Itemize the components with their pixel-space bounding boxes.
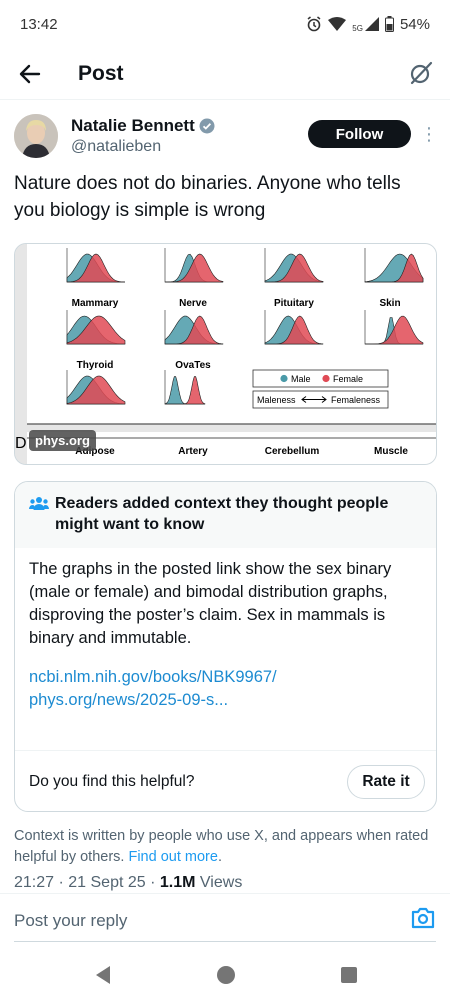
community-note: Readers added context they thought peopl… [14,481,437,812]
legend-female-label: Female [333,374,363,384]
camera-button[interactable] [410,906,438,934]
legend-maleness: Maleness [257,395,296,405]
status-time: 13:42 [20,15,58,33]
bottom-label-artery: Artery [178,446,208,457]
alarm-icon [307,16,321,32]
source-badge: phys.org [29,430,96,451]
nav-recents-icon[interactable] [338,964,360,986]
panel-d-letter: D [15,435,27,452]
author-name[interactable]: Natalie Bennett [71,116,215,136]
grok-button[interactable] [408,60,436,88]
note-header-text: Readers added context they thought peopl… [55,495,389,533]
panel-label-mammary: Mammary [72,298,119,309]
note-body: The graphs in the posted link show the s… [29,560,392,647]
find-out-more-link[interactable]: Find out more [128,849,217,865]
note-context-text: Context is written by people who use X, … [14,826,439,868]
reply-input[interactable]: Post your reply [14,911,127,931]
status-bar: 13:42 5G 54% [0,0,450,48]
rate-it-button[interactable]: Rate it [347,765,425,799]
system-nav-bar [0,950,450,1000]
battery-icon [384,16,394,32]
bottom-label-cerebellum: Cerebellum [265,446,320,457]
bottom-label-muscle: Muscle [374,446,408,457]
panel-label-skin: Skin [379,298,400,309]
legend-femaleness: Femaleness [331,395,381,405]
post-media-image[interactable]: Mammary Nerve Pituitary Skin Thyroid Ova… [14,243,437,465]
note-link[interactable]: phys.org/news/2025-09-s... [29,689,422,712]
more-options-icon[interactable]: ⋮ [420,122,438,146]
post-date[interactable]: 21 Sept 25 [68,874,145,891]
follow-button[interactable]: Follow [308,120,411,148]
people-icon [29,497,49,510]
legend-box [252,369,389,388]
context-suffix: . [217,849,222,865]
note-link[interactable]: ncbi.nlm.nih.gov/books/NBK9967/ [29,666,422,689]
panel-label-nerve: Nerve [179,298,207,309]
battery-level: 54% [399,15,430,33]
panel-label-thyroid: Thyroid [77,360,114,371]
note-divider [15,750,436,751]
nav-back-icon[interactable] [92,964,114,986]
legend-male-dot [280,374,288,383]
author-row: Natalie Bennett @natalieben Follow ⋮ [14,112,438,168]
post-text: Nature does not do binaries. Anyone who … [14,173,401,221]
signal-icon [364,17,379,31]
avatar[interactable] [14,114,58,158]
author-handle[interactable]: @natalieben [71,138,161,156]
views-label: Views [199,874,243,891]
panel-label-pituitary: Pituitary [274,298,314,309]
status-icons: 5G 54% [306,16,430,33]
verified-badge-icon [199,118,215,134]
note-header: Readers added context they thought peopl… [15,482,436,548]
camera-icon [411,907,435,929]
author-name-text: Natalie Bennett [71,116,195,135]
page-title: Post [78,61,124,85]
legend-male-label: Male [291,374,311,384]
post-header: Post [0,48,450,100]
post-time: 21:27 [14,874,55,891]
panel-label-ovates: OvaTes [175,360,211,371]
wifi-icon [328,17,347,31]
post-timestamp: 21:27 · 21 Sept 25 · 1.1M Views [14,874,243,891]
note-links: ncbi.nlm.nih.gov/books/NBK9967/ phys.org… [15,650,436,712]
grok-icon [410,61,433,85]
reply-divider [14,941,436,942]
avatar-image [14,114,58,158]
views-count: 1.1M [159,874,196,891]
arrow-left-icon [19,64,41,83]
legend-female-dot [322,374,330,383]
back-button[interactable] [0,48,60,100]
helpful-question: Do you find this helpful? [29,773,195,790]
network-label: 5G [352,23,363,33]
nav-home-icon[interactable] [215,964,237,986]
